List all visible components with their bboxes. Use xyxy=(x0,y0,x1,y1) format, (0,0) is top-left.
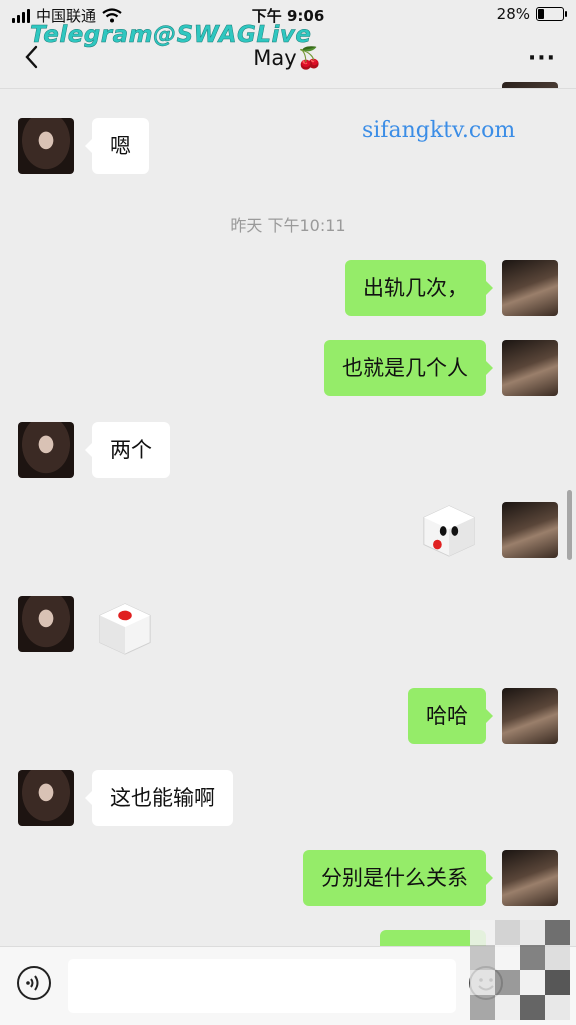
message-bubble[interactable]: 嗯 xyxy=(85,118,149,174)
avatar[interactable] xyxy=(502,340,558,396)
avatar[interactable] xyxy=(18,118,74,174)
scrollbar[interactable] xyxy=(567,490,572,560)
avatar[interactable] xyxy=(18,596,74,652)
avatar[interactable] xyxy=(18,422,74,478)
avatar[interactable] xyxy=(502,502,558,558)
timestamp: 昨天 下午10:11 xyxy=(230,216,346,235)
battery-percent: 28% xyxy=(496,5,530,23)
site-watermark: sifangktv.com xyxy=(362,118,516,143)
message-bubble[interactable]: 这也能输啊 xyxy=(85,770,233,826)
message-bubble[interactable]: 哈哈 xyxy=(408,688,493,744)
pixelated-overlay xyxy=(470,920,570,1020)
message-bubble-partial xyxy=(368,88,486,89)
voice-icon[interactable] xyxy=(16,965,52,1001)
more-dots-icon[interactable]: ··· xyxy=(528,46,556,71)
dice-icon[interactable] xyxy=(96,600,154,658)
message-bubble[interactable]: 两个 xyxy=(85,422,170,478)
avatar[interactable] xyxy=(502,850,558,906)
avatar[interactable] xyxy=(18,770,74,826)
chat-title[interactable]: May🍒 xyxy=(0,46,576,71)
avatar[interactable] xyxy=(502,688,558,744)
message-bubble[interactable]: 也就是几个人 xyxy=(324,340,493,396)
battery-icon xyxy=(536,7,567,21)
telegram-watermark: Telegram@SWAGLive xyxy=(30,22,312,49)
message-input[interactable] xyxy=(68,959,456,1013)
message-bubble[interactable]: 出轨几次， xyxy=(345,260,493,316)
dice-icon[interactable] xyxy=(420,502,478,560)
avatar[interactable] xyxy=(502,260,558,316)
avatar[interactable] xyxy=(502,82,558,88)
message-bubble[interactable]: 分别是什么关系 xyxy=(303,850,493,906)
